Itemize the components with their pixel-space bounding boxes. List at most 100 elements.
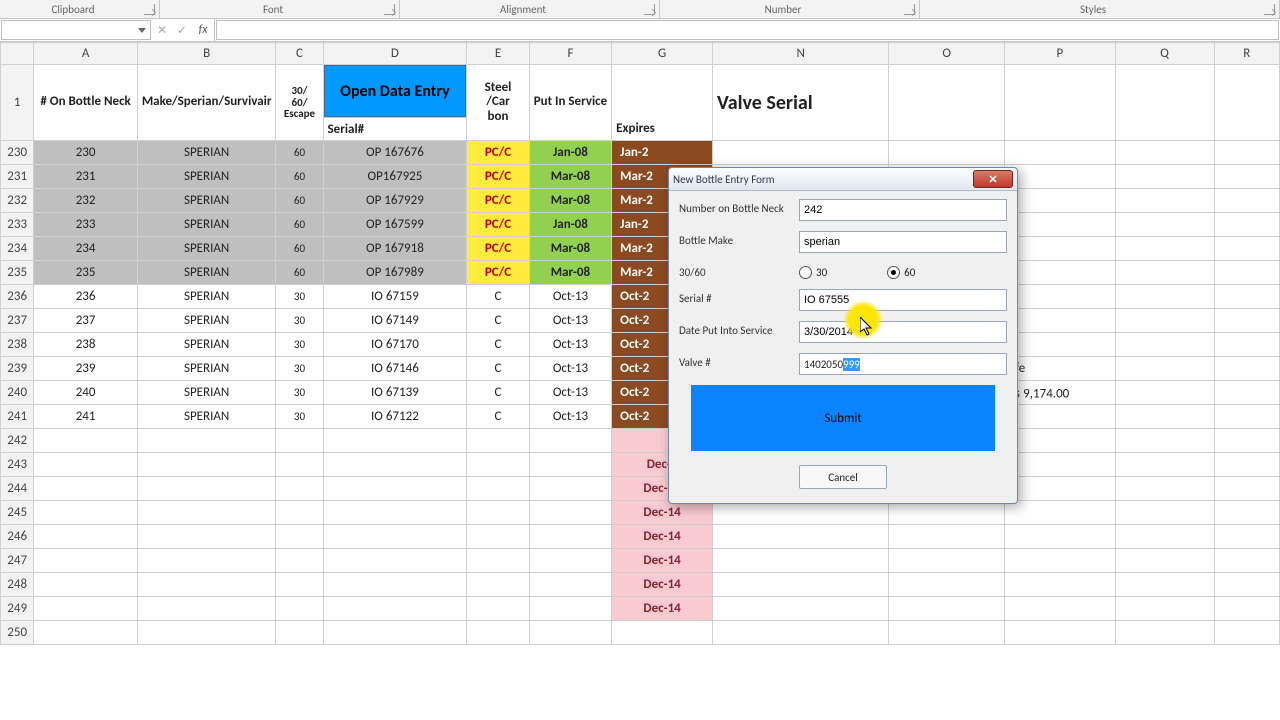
- column-header-G[interactable]: G: [612, 43, 713, 65]
- cancel-button[interactable]: Cancel: [799, 465, 887, 489]
- row-header[interactable]: 245: [1, 501, 34, 525]
- cell[interactable]: 231: [34, 165, 137, 189]
- cell[interactable]: SPERIAN: [137, 189, 276, 213]
- cell[interactable]: Jan-08: [529, 213, 611, 237]
- row-header[interactable]: 240: [1, 381, 34, 405]
- cell[interactable]: Oct-13: [529, 381, 611, 405]
- cell[interactable]: OP 167929: [323, 189, 467, 213]
- select-all-cell[interactable]: [1, 43, 34, 65]
- radio-30[interactable]: 30: [799, 266, 827, 279]
- cell[interactable]: Dec-14: [612, 549, 713, 573]
- row-header[interactable]: 247: [1, 549, 34, 573]
- column-header-Q[interactable]: Q: [1115, 43, 1214, 65]
- cell[interactable]: SPERIAN: [137, 357, 276, 381]
- cell[interactable]: 30: [276, 381, 323, 405]
- dialog-launcher-icon[interactable]: [1264, 4, 1275, 15]
- chevron-down-icon[interactable]: [138, 28, 146, 33]
- cell[interactable]: SPERIAN: [137, 381, 276, 405]
- close-icon[interactable]: ✕: [973, 170, 1013, 188]
- cell[interactable]: Dec-14: [612, 597, 713, 621]
- cell[interactable]: SPERIAN: [137, 405, 276, 429]
- radio-60[interactable]: 60: [887, 266, 915, 279]
- cell[interactable]: 60: [276, 237, 323, 261]
- cell[interactable]: Dec-14: [612, 573, 713, 597]
- cell[interactable]: 60: [276, 189, 323, 213]
- cell[interactable]: OP 167918: [323, 237, 467, 261]
- row-header[interactable]: 244: [1, 477, 34, 501]
- valve-number-input[interactable]: 1402050999: [799, 353, 1007, 375]
- bottle-make-input[interactable]: [799, 231, 1007, 253]
- cell[interactable]: IO 67122: [323, 405, 467, 429]
- number-on-bottle-neck-input[interactable]: [799, 199, 1007, 221]
- cell[interactable]: SPERIAN: [137, 237, 276, 261]
- column-header-O[interactable]: O: [889, 43, 1005, 65]
- cell[interactable]: 60: [276, 165, 323, 189]
- cell[interactable]: SPERIAN: [137, 213, 276, 237]
- row-header[interactable]: 233: [1, 213, 34, 237]
- cell[interactable]: Jan-2: [612, 141, 713, 165]
- row-header[interactable]: 250: [1, 621, 34, 645]
- cell[interactable]: C: [467, 405, 529, 429]
- cell[interactable]: IO 67139: [323, 381, 467, 405]
- cell[interactable]: Oct-13: [529, 333, 611, 357]
- date-put-into-service-input[interactable]: [799, 321, 1007, 343]
- column-header-R[interactable]: R: [1214, 43, 1279, 65]
- cell[interactable]: 237: [34, 309, 137, 333]
- column-header-F[interactable]: F: [529, 43, 611, 65]
- column-header-E[interactable]: E: [467, 43, 529, 65]
- cell[interactable]: C: [467, 285, 529, 309]
- cell[interactable]: 30: [276, 357, 323, 381]
- row-header[interactable]: 242: [1, 429, 34, 453]
- cell[interactable]: SPERIAN: [137, 141, 276, 165]
- cell[interactable]: OP 167676: [323, 141, 467, 165]
- cell[interactable]: 233: [34, 213, 137, 237]
- cell[interactable]: C: [467, 381, 529, 405]
- row-header[interactable]: 243: [1, 453, 34, 477]
- cell[interactable]: IO 67149: [323, 309, 467, 333]
- cell[interactable]: 30: [276, 285, 323, 309]
- submit-button[interactable]: Submit: [691, 385, 995, 451]
- row-header[interactable]: 237: [1, 309, 34, 333]
- cell[interactable]: Mar-08: [529, 189, 611, 213]
- formula-input[interactable]: [216, 20, 1279, 40]
- cell[interactable]: 239: [34, 357, 137, 381]
- cell[interactable]: Jan-08: [529, 141, 611, 165]
- cell[interactable]: 230: [34, 141, 137, 165]
- row-header[interactable]: 249: [1, 597, 34, 621]
- row-header[interactable]: 236: [1, 285, 34, 309]
- column-header-A[interactable]: A: [34, 43, 137, 65]
- column-header-B[interactable]: B: [137, 43, 276, 65]
- cell[interactable]: 30: [276, 405, 323, 429]
- row-header[interactable]: 232: [1, 189, 34, 213]
- row-header[interactable]: 238: [1, 333, 34, 357]
- open-data-entry-button[interactable]: Open Data Entry: [324, 65, 467, 117]
- row-header[interactable]: 231: [1, 165, 34, 189]
- cell[interactable]: SPERIAN: [137, 261, 276, 285]
- cell[interactable]: ▾$ 9,174.00: [1005, 381, 1115, 405]
- fx-icon[interactable]: fx: [192, 19, 215, 41]
- dialog-launcher-icon[interactable]: [144, 4, 155, 15]
- cell[interactable]: life: [1005, 357, 1115, 381]
- cell[interactable]: PC/C: [467, 189, 529, 213]
- cell[interactable]: 235: [34, 261, 137, 285]
- cell[interactable]: 236: [34, 285, 137, 309]
- cell[interactable]: IO 67170: [323, 333, 467, 357]
- cell[interactable]: OP 167599: [323, 213, 467, 237]
- cell[interactable]: PC/C: [467, 213, 529, 237]
- cell[interactable]: Dec-14: [612, 525, 713, 549]
- cell[interactable]: Oct-13: [529, 405, 611, 429]
- cell[interactable]: 234: [34, 237, 137, 261]
- cell[interactable]: C: [467, 309, 529, 333]
- cancel-formula-icon[interactable]: ✕: [152, 19, 172, 41]
- cell[interactable]: SPERIAN: [137, 333, 276, 357]
- dialog-launcher-icon[interactable]: [644, 4, 655, 15]
- cell[interactable]: 30: [276, 333, 323, 357]
- enter-formula-icon[interactable]: ✓: [172, 19, 192, 41]
- cell[interactable]: 240: [34, 381, 137, 405]
- cell[interactable]: 60: [276, 213, 323, 237]
- cell[interactable]: PC/C: [467, 165, 529, 189]
- row-header[interactable]: 248: [1, 573, 34, 597]
- row-header-1[interactable]: 1: [1, 65, 34, 141]
- column-header-C[interactable]: C: [276, 43, 323, 65]
- cell[interactable]: 232: [34, 189, 137, 213]
